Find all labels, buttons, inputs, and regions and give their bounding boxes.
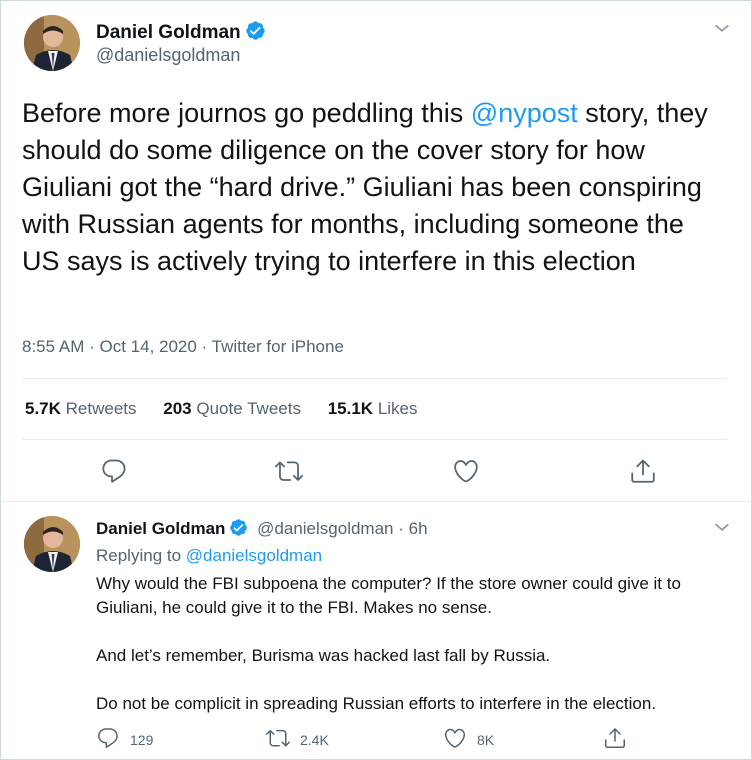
chevron-down-icon[interactable] [711,17,733,44]
quote-tweets-stat[interactable]: 203 Quote Tweets [163,399,301,418]
divider [22,378,727,379]
reply-age[interactable]: 6h [409,519,428,538]
retweet-icon [266,726,290,753]
tweet-time[interactable]: 8:55 AM [22,337,84,356]
reply-paragraph: And let’s remember, Burisma was hacked l… [96,646,551,665]
reply-likes-count: 8K [477,731,495,748]
replies-count: 129 [130,731,154,748]
replying-to-link[interactable]: @danielsgoldman [186,546,322,565]
author-name-row: Daniel Goldman [96,20,266,46]
reply-like-button[interactable]: 8K [443,726,494,753]
reply-reply-button[interactable]: 129 [96,726,153,753]
reply-author-avatar[interactable] [24,516,80,572]
reply-retweet-button[interactable]: 2.4K [266,726,329,753]
tweet-text-part: Before more journos go peddling this [22,98,471,128]
heart-icon[interactable] [452,457,480,490]
author-name[interactable]: Daniel Goldman [96,22,241,43]
quotes-label: Quote Tweets [196,399,301,418]
replying-to: Replying to @danielsgoldman [96,546,322,566]
retweet-icon[interactable] [275,457,303,490]
retweets-label: Retweets [65,399,137,418]
reply-header: Daniel Goldman @danielsgoldman · 6h [96,518,428,542]
share-icon [603,726,627,753]
reply-share-button[interactable] [603,726,627,753]
likes-stat[interactable]: 15.1K Likes [328,399,418,418]
tweet-meta: 8:55 AM · Oct 14, 2020 · Twitter for iPh… [22,337,344,356]
quotes-count: 203 [163,399,192,418]
reply-tweet[interactable]: Daniel Goldman @danielsgoldman · 6h Repl… [1,501,751,759]
reply-icon[interactable] [100,457,128,490]
retweets-stat[interactable]: 5.7K Retweets [25,399,137,418]
tweet-screenshot: Daniel Goldman @danielsgoldman Before mo… [0,0,752,760]
reply-paragraph: Do not be complicit in spreading Russian… [96,694,657,713]
author-avatar[interactable] [24,15,80,71]
tweet-stats: 5.7K Retweets 203 Quote Tweets 15.1K Lik… [25,399,440,419]
reply-author-handle[interactable]: @danielsgoldman [257,519,393,538]
tweet-source[interactable]: Twitter for iPhone [212,337,344,356]
tweet-date[interactable]: Oct 14, 2020 [99,337,196,356]
likes-label: Likes [377,399,418,418]
chevron-down-icon[interactable] [711,516,733,543]
mention-link[interactable]: @nypost [471,98,578,128]
heart-icon [443,726,467,753]
verified-badge-icon [229,518,248,542]
replying-label: Replying to [96,546,186,565]
author-handle[interactable]: @danielsgoldman [96,45,240,66]
reply-paragraph: Why would the FBI subpoena the computer?… [96,574,681,617]
share-icon[interactable] [629,457,657,490]
reply-icon [96,726,120,753]
verified-badge-icon [245,20,266,46]
reply-retweets-count: 2.4K [300,731,329,748]
likes-count: 15.1K [327,399,374,418]
reply-author-name[interactable]: Daniel Goldman [96,519,225,538]
tweet-text: Before more journos go peddling this @ny… [22,95,722,280]
reply-text: Why would the FBI subpoena the computer?… [96,572,736,740]
divider [22,439,727,440]
retweets-count: 5.7K [25,399,61,418]
